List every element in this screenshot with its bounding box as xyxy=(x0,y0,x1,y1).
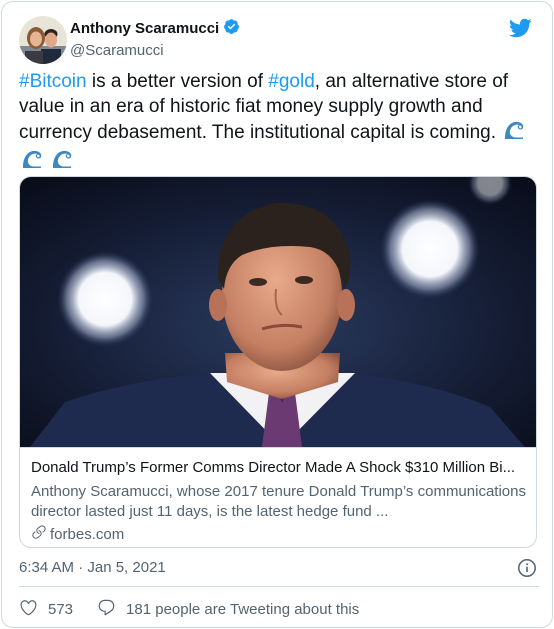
link-preview-title: Donald Trump’s Former Comms Director Mad… xyxy=(31,459,516,476)
like-count: 573 xyxy=(48,600,74,618)
tweet-text: #Bitcoin is a better version of #gold, a… xyxy=(19,69,539,177)
like-button[interactable]: 573 xyxy=(19,598,73,621)
wave-emoji-icon xyxy=(503,119,525,148)
twitter-bird-icon[interactable] xyxy=(508,16,532,40)
tweet-meta: 6:34 AM · Jan 5, 2021 xyxy=(19,557,539,579)
tweet-header: Anthony Scaramucci @Scaramucci xyxy=(19,16,535,64)
link-preview-domain-text: forbes.com xyxy=(50,526,125,543)
reply-icon xyxy=(97,598,116,621)
wave-emoji-icon xyxy=(51,148,73,177)
tweet-timestamp[interactable]: 6:34 AM · Jan 5, 2021 xyxy=(19,559,166,576)
info-icon[interactable] xyxy=(517,558,537,578)
tweet-card: Anthony Scaramucci @Scaramucci #Bitcoin … xyxy=(1,1,553,628)
link-preview-domain: forbes.com xyxy=(31,524,527,546)
link-preview-body: Donald Trump’s Former Comms Director Mad… xyxy=(31,458,527,546)
hashtag-bitcoin[interactable]: #Bitcoin xyxy=(19,71,87,92)
link-preview-card[interactable]: Donald Trump’s Former Comms Director Mad… xyxy=(19,176,537,548)
link-icon xyxy=(31,524,47,546)
link-preview-description: Anthony Scaramucci, whose 2017 tenure Do… xyxy=(31,483,526,520)
meta-divider xyxy=(19,586,539,587)
avatar[interactable] xyxy=(19,16,67,64)
author-names: Anthony Scaramucci @Scaramucci xyxy=(70,18,240,61)
tweeting-about-label: 181 people are Tweeting about this xyxy=(126,600,360,618)
hashtag-gold[interactable]: #gold xyxy=(268,71,315,92)
display-name[interactable]: Anthony Scaramucci xyxy=(70,19,219,39)
verified-badge-icon xyxy=(223,18,240,40)
tweet-actions: 573 181 people are Tweeting about this xyxy=(19,598,359,620)
heart-icon xyxy=(19,598,38,621)
wave-emoji-icon xyxy=(21,148,43,177)
link-preview-image xyxy=(20,177,536,447)
author-handle[interactable]: @Scaramucci xyxy=(70,41,240,61)
reply-button[interactable]: 181 people are Tweeting about this xyxy=(97,598,359,621)
tweet-text-segment: is a better version of xyxy=(86,71,269,92)
link-preview-divider xyxy=(20,447,536,448)
